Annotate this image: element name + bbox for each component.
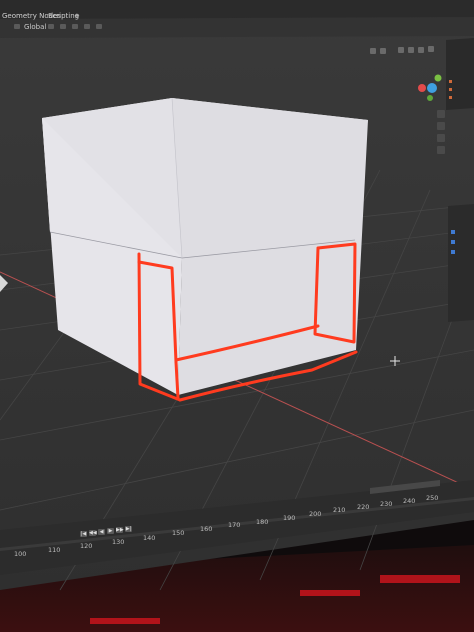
timeline-tick: 200 bbox=[309, 510, 322, 518]
timeline-tick: 230 bbox=[380, 500, 393, 508]
outliner-icons bbox=[449, 80, 452, 99]
add-workspace-button[interactable]: + bbox=[74, 12, 80, 20]
play-icon[interactable]: ▶ bbox=[107, 528, 114, 534]
transform-orientation-dropdown[interactable]: Global bbox=[24, 24, 46, 31]
timeline-tick: 190 bbox=[283, 514, 296, 522]
timeline-tick: 240 bbox=[403, 497, 416, 505]
timeline-tick: 210 bbox=[333, 506, 346, 514]
properties-tab-icons[interactable] bbox=[451, 230, 455, 254]
timeline-tick: 140 bbox=[143, 534, 156, 542]
timeline-tick: 150 bbox=[172, 529, 185, 537]
timeline-tick: 250 bbox=[426, 494, 439, 502]
timeline-tick: 220 bbox=[357, 503, 370, 511]
timeline-tick: 110 bbox=[48, 546, 61, 554]
properties-panel[interactable] bbox=[448, 204, 474, 322]
jump-end-icon[interactable]: ▶| bbox=[125, 526, 132, 532]
timeline-tick: 160 bbox=[200, 525, 213, 533]
jump-start-icon[interactable]: |◀ bbox=[80, 531, 87, 537]
photo-of-monitor bbox=[0, 0, 474, 632]
timeline-tick: 100 bbox=[14, 550, 27, 558]
outliner-panel[interactable] bbox=[446, 38, 474, 110]
prev-keyframe-icon[interactable]: ◀◀ bbox=[89, 530, 97, 536]
play-reverse-icon[interactable]: ◀ bbox=[98, 529, 105, 535]
next-keyframe-icon[interactable]: ▶▶ bbox=[116, 527, 124, 533]
timeline-tick: 130 bbox=[112, 538, 125, 546]
timeline-tick: 170 bbox=[228, 521, 241, 529]
viewport-header bbox=[0, 17, 474, 38]
timeline-tick: 120 bbox=[80, 542, 93, 550]
timeline-tick: 180 bbox=[256, 518, 269, 526]
